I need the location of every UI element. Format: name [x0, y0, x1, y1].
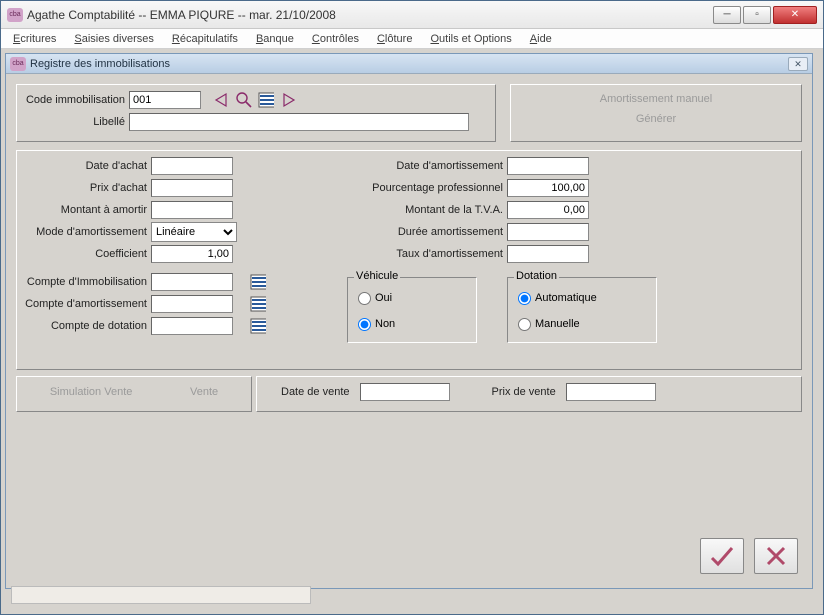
prix-vente-input[interactable]: [566, 383, 656, 401]
compte-amort-lookup[interactable]: [248, 294, 268, 314]
label-montant-tva: Montant de la T.V.A.: [347, 204, 507, 216]
vehicule-oui-radio[interactable]: [358, 292, 371, 305]
label-pourc-pro: Pourcentage professionnel: [347, 182, 507, 194]
label-montant-amortir: Montant à amortir: [21, 204, 151, 216]
menu-aide[interactable]: Aide: [522, 31, 560, 47]
compte-immo-input[interactable]: [151, 273, 233, 291]
date-vente-input[interactable]: [360, 383, 450, 401]
amort-manuel-action: Amortissement manuel: [515, 89, 797, 109]
label-date-achat: Date d'achat: [21, 160, 151, 172]
menu-outils[interactable]: Outils et Options: [422, 31, 519, 47]
dotation-legend: Dotation: [514, 270, 559, 282]
menu-banque[interactable]: Banque: [248, 31, 302, 47]
triangle-left-icon: [214, 92, 230, 108]
list-button[interactable]: [256, 90, 276, 110]
dotation-group: Dotation Automatique Manuelle: [507, 277, 657, 343]
pourc-pro-input[interactable]: [507, 179, 589, 197]
magnifier-icon: [235, 91, 253, 109]
menu-saisies[interactable]: Saisies diverses: [66, 31, 161, 47]
menubar: Ecritures Saisies diverses Récapitulatif…: [1, 29, 823, 49]
montant-amortir-input[interactable]: [151, 201, 233, 219]
footer-buttons: [700, 538, 798, 574]
cross-icon: [764, 544, 788, 568]
dotation-auto-radio[interactable]: [518, 292, 531, 305]
compte-amort-input[interactable]: [151, 295, 233, 313]
label-compte-dot: Compte de dotation: [21, 320, 151, 332]
search-button[interactable]: [234, 90, 254, 110]
label-prix-vente: Prix de vente: [492, 386, 560, 398]
list-icon: [250, 274, 266, 290]
label-libelle: Libellé: [21, 116, 129, 128]
label-coefficient: Coefficient: [21, 248, 151, 260]
panel-actions-amort: Amortissement manuel Générer: [510, 84, 802, 142]
date-achat-input[interactable]: [151, 157, 233, 175]
child-title-text: Registre des immobilisations: [30, 58, 788, 70]
prix-achat-input[interactable]: [151, 179, 233, 197]
label-date-vente: Date de vente: [281, 386, 354, 398]
panel-vente-actions: Simulation Vente Vente: [16, 376, 252, 412]
taux-amort-input[interactable]: [507, 245, 589, 263]
compte-dot-lookup[interactable]: [248, 316, 268, 336]
vehicule-legend: Véhicule: [354, 270, 400, 282]
dotation-man-label: Manuelle: [535, 318, 580, 330]
montant-tva-input[interactable]: [507, 201, 589, 219]
list-icon: [250, 318, 266, 334]
coefficient-input[interactable]: [151, 245, 233, 263]
triangle-right-icon: [280, 92, 296, 108]
next-button[interactable]: [278, 90, 298, 110]
panel-vente-fields: Date de vente Prix de vente: [256, 376, 802, 412]
dotation-man-radio[interactable]: [518, 318, 531, 331]
compte-dot-input[interactable]: [151, 317, 233, 335]
date-amort-input[interactable]: [507, 157, 589, 175]
menu-controles[interactable]: Contrôles: [304, 31, 367, 47]
vehicule-non-label: Non: [375, 318, 395, 330]
label-compte-amort: Compte d'amortissement: [21, 298, 151, 310]
simulation-vente-action: Simulation Vente: [50, 386, 133, 398]
menu-ecritures[interactable]: Ecritures: [5, 31, 64, 47]
window-title: Agathe Comptabilité -- EMMA PIQURE -- ma…: [27, 8, 713, 22]
workarea: cba Registre des immobilisations ✕ Code …: [1, 49, 823, 614]
child-titlebar: cba Registre des immobilisations ✕: [6, 54, 812, 74]
minimize-button[interactable]: ─: [713, 6, 741, 24]
status-bar: [11, 586, 311, 604]
libelle-input[interactable]: [129, 113, 469, 131]
titlebar: cba Agathe Comptabilité -- EMMA PIQURE -…: [1, 1, 823, 29]
check-icon: [708, 544, 736, 568]
app-icon: cba: [7, 8, 23, 22]
menu-recap[interactable]: Récapitulatifs: [164, 31, 246, 47]
label-compte-immo: Compte d'Immobilisation: [21, 276, 151, 288]
cancel-button[interactable]: [754, 538, 798, 574]
close-button[interactable]: ✕: [773, 6, 817, 24]
code-immo-input[interactable]: [129, 91, 201, 109]
label-mode-amort: Mode d'amortissement: [21, 226, 151, 238]
label-date-amort: Date d'amortissement: [347, 160, 507, 172]
label-duree-amort: Durée amortissement: [347, 226, 507, 238]
vehicule-group: Véhicule Oui Non: [347, 277, 477, 343]
main-window: cba Agathe Comptabilité -- EMMA PIQURE -…: [0, 0, 824, 615]
dotation-auto-label: Automatique: [535, 292, 597, 304]
compte-immo-lookup[interactable]: [248, 272, 268, 292]
menu-cloture[interactable]: Clôture: [369, 31, 420, 47]
mode-amort-select[interactable]: Linéaire: [151, 222, 237, 242]
panel-identification: Code immobilisation: [16, 84, 496, 142]
vehicule-non-radio[interactable]: [358, 318, 371, 331]
vehicule-oui-label: Oui: [375, 292, 392, 304]
maximize-button[interactable]: ▫: [743, 6, 771, 24]
label-taux-amort: Taux d'amortissement: [347, 248, 507, 260]
generer-action: Générer: [515, 109, 797, 129]
ok-button[interactable]: [700, 538, 744, 574]
list-icon: [250, 296, 266, 312]
child-window: cba Registre des immobilisations ✕ Code …: [5, 53, 813, 589]
duree-amort-input[interactable]: [507, 223, 589, 241]
child-icon: cba: [10, 57, 26, 71]
vente-action: Vente: [190, 386, 218, 398]
list-icon: [258, 92, 274, 108]
panel-details: Date d'achat Prix d'achat Montant à amor…: [16, 150, 802, 370]
label-code-immo: Code immobilisation: [21, 94, 129, 106]
child-close-button[interactable]: ✕: [788, 57, 808, 71]
prev-button[interactable]: [212, 90, 232, 110]
label-prix-achat: Prix d'achat: [21, 182, 151, 194]
